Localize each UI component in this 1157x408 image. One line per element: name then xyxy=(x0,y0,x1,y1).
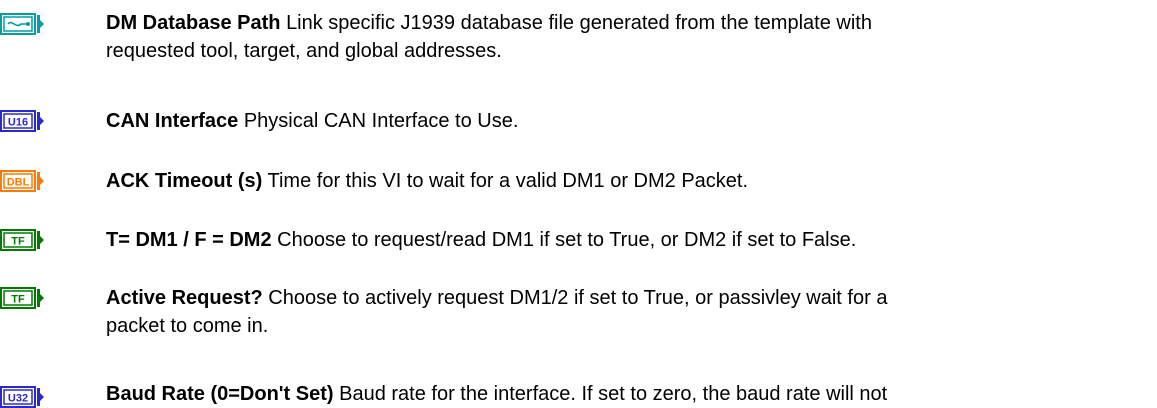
terminal-text: Choose to actively request DM1/2 if set … xyxy=(268,287,888,309)
terminal-name: Active Request? xyxy=(106,287,263,309)
tf-terminal-icon: TF xyxy=(0,287,44,309)
terminal-text: Link specific J1939 database file genera… xyxy=(286,12,872,34)
terminal-type-label: TF xyxy=(11,294,25,306)
terminal-type-label: TF xyxy=(11,236,25,248)
terminal-text: Physical CAN Interface to Use. xyxy=(243,110,519,132)
terminal-type-label: U16 xyxy=(8,117,28,129)
path-terminal-icon xyxy=(0,13,44,35)
terminal-name: Baud Rate (0=Don't Set) xyxy=(106,383,334,405)
tf-terminal-icon: TF xyxy=(0,229,44,251)
terminal-description: CAN Interface Physical CAN Interface to … xyxy=(106,107,1146,135)
u32-terminal-icon: U32 xyxy=(0,386,44,408)
terminal-text-continued: requested tool, target, and global addre… xyxy=(106,40,502,62)
terminal-text-continued: packet to come in. xyxy=(106,315,269,337)
terminal-text: Choose to request/read DM1 if set to Tru… xyxy=(277,229,857,251)
vi-input-terminal-list: DM Database Path Link specific J1939 dat… xyxy=(0,0,1157,408)
terminal-name: ACK Timeout (s) xyxy=(106,170,263,192)
terminal-description: T= DM1 / F = DM2 Choose to request/read … xyxy=(106,226,1146,254)
dbl-terminal-icon: DBL xyxy=(0,170,44,192)
terminal-type-label: DBL xyxy=(7,177,30,189)
terminal-description: Baud Rate (0=Don't Set) Baud rate for th… xyxy=(106,380,1146,408)
terminal-text: Baud rate for the interface. If set to z… xyxy=(339,383,888,405)
terminal-description: Active Request? Choose to actively reque… xyxy=(106,284,1146,340)
terminal-name: DM Database Path xyxy=(106,12,281,34)
terminal-type-label: U32 xyxy=(8,393,28,405)
terminal-name: CAN Interface xyxy=(106,110,239,132)
terminal-description: ACK Timeout (s) Time for this VI to wait… xyxy=(106,167,1146,195)
terminal-name: T= DM1 / F = DM2 xyxy=(106,229,272,251)
terminal-text: Time for this VI to wait for a valid DM1… xyxy=(267,170,749,192)
u16-terminal-icon: U16 xyxy=(0,110,44,132)
terminal-description: DM Database Path Link specific J1939 dat… xyxy=(106,9,1146,65)
